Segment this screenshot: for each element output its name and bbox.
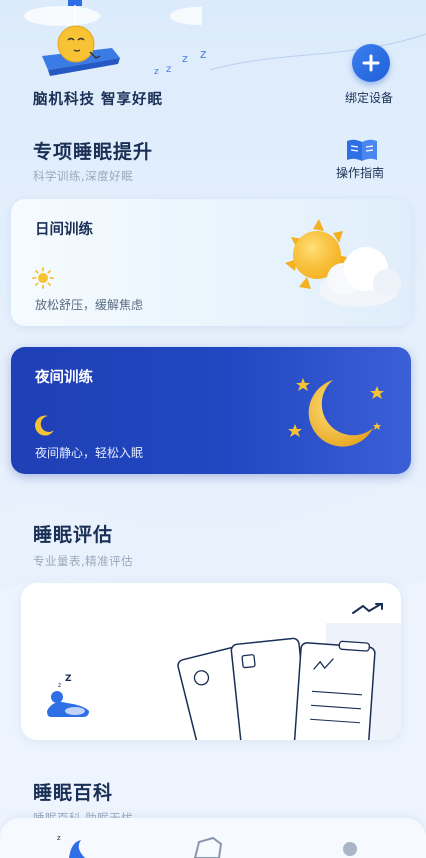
svg-text:z: z — [200, 47, 206, 61]
night-training-title: 夜间训练 — [35, 370, 93, 386]
sleep-wiki-title: 睡眠百科 — [33, 782, 114, 804]
svg-text:z: z — [58, 682, 61, 689]
sleep-eval-subtitle: 专业量表,精准评估 — [33, 554, 134, 568]
plus-icon — [362, 54, 380, 72]
svg-text:z: z — [182, 52, 188, 65]
bind-device-label[interactable]: 绑定设备 — [345, 89, 393, 106]
tab-sleep-icon[interactable]: z — [55, 832, 89, 858]
book-icon[interactable] — [345, 137, 379, 163]
moon-stars-illustration — [288, 378, 384, 447]
night-training-desc: 夜间静心，轻松入眠 — [35, 446, 144, 460]
sleep-eval-title: 睡眠评估 — [33, 524, 114, 546]
tab-device-icon[interactable] — [193, 836, 227, 858]
trend-arrow-icon — [352, 603, 383, 614]
tab-profile-icon[interactable] — [341, 840, 359, 858]
day-training-card[interactable]: 日间训练 放松舒压，缓解焦虑 — [11, 199, 411, 326]
bind-device-button[interactable] — [352, 44, 390, 82]
day-training-desc: 放松舒压，缓解焦虑 — [35, 298, 144, 312]
svg-text:z: z — [154, 67, 159, 77]
night-training-card[interactable]: 夜间训练 夜间静心，轻松入眠 — [11, 347, 411, 474]
sun-cloud-illustration — [285, 219, 401, 307]
bottom-tab-bar: z — [0, 818, 426, 858]
sleep-person-icon: Z z — [47, 674, 89, 717]
svg-text:z: z — [57, 834, 61, 842]
special-training-subtitle: 科学训练,深度好眠 — [33, 169, 134, 183]
moon-icon — [35, 415, 54, 436]
day-training-title: 日间训练 — [35, 222, 93, 238]
decorative-zzz-trail: z — [200, 33, 426, 71]
eval-forms-illustration — [177, 623, 401, 740]
svg-text:Z: Z — [65, 674, 72, 684]
brand-slogan: 脑机科技 智享好眠 — [33, 92, 164, 108]
special-training-title: 专项睡眠提升 — [33, 141, 154, 163]
svg-text:z: z — [166, 64, 171, 75]
operation-guide-link[interactable]: 操作指南 — [336, 164, 384, 181]
sun-icon — [32, 267, 54, 289]
hero-sleeping-mascot-illustration: z z z — [24, 0, 202, 77]
sleep-eval-card[interactable]: Z z — [21, 583, 401, 740]
